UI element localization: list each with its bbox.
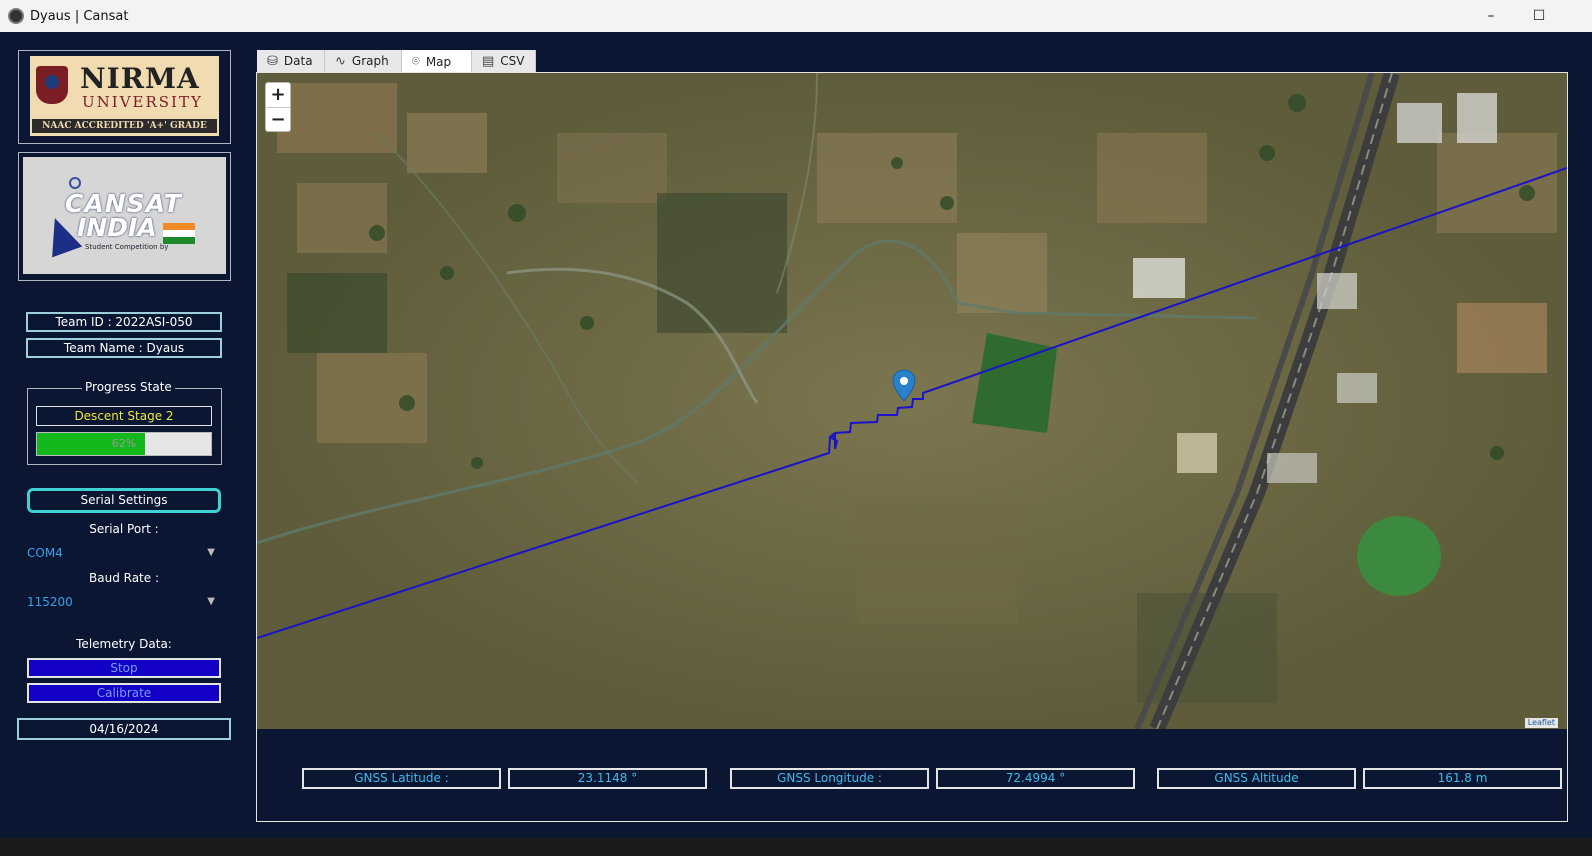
gnss-altitude-value: 161.8 m xyxy=(1363,768,1562,789)
app-icon xyxy=(8,8,24,24)
tab-label: Graph xyxy=(351,54,389,68)
map-canvas xyxy=(257,73,1567,729)
tab-label: Data xyxy=(283,54,313,68)
gnss-longitude-label: GNSS Longitude : xyxy=(730,768,929,789)
tab-graph[interactable]: ∿ Graph xyxy=(325,50,402,72)
gnss-latitude-value: 23.1148 ° xyxy=(508,768,707,789)
serial-port-select[interactable]: COM4 ▼ xyxy=(27,543,221,563)
chevron-down-icon: ▼ xyxy=(207,596,215,607)
calibrate-button[interactable]: Calibrate xyxy=(27,683,221,703)
baud-rate-select[interactable]: 115200 ▼ xyxy=(27,592,221,612)
maximize-button[interactable]: ☐ xyxy=(1516,0,1562,32)
taskbar-strip xyxy=(0,838,1592,856)
database-icon: ⛁ xyxy=(267,53,278,69)
cansat-logo-caption: Student Competition by xyxy=(85,243,169,251)
baud-rate-value: 115200 xyxy=(27,595,73,609)
title-bar: Dyaus | Cansat – ☐ xyxy=(0,0,1592,32)
nirma-logo-grade: NAAC ACCREDITED 'A+' GRADE xyxy=(32,119,217,133)
progress-percent: 62% xyxy=(111,437,137,450)
progress-state-title: Progress State xyxy=(82,380,175,394)
tab-label: Map xyxy=(425,54,452,69)
csv-icon: ▤ xyxy=(482,53,495,69)
minimize-button[interactable]: – xyxy=(1468,0,1514,32)
nirma-logo-sub: UNIVERSITY xyxy=(82,93,203,111)
zoom-control: + − xyxy=(265,82,291,132)
india-logo-text: INDIA xyxy=(77,213,157,242)
chevron-down-icon: ▼ xyxy=(207,547,215,558)
window-title: Dyaus | Cansat xyxy=(30,8,129,24)
nirma-logo: NIRMA UNIVERSITY NAAC ACCREDITED 'A+' GR… xyxy=(18,50,231,144)
stop-button[interactable]: Stop xyxy=(27,658,221,678)
graph-icon: ∿ xyxy=(335,53,346,69)
tab-bar: ⛁ Data ∿ Graph ⌾ Map ▤ CSV xyxy=(257,50,536,73)
tab-label: CSV xyxy=(500,54,525,68)
serial-port-label: Serial Port : xyxy=(89,522,159,536)
nirma-crest-icon xyxy=(36,66,68,104)
tab-map[interactable]: ⌾ Map xyxy=(402,50,472,73)
telemetry-label: Telemetry Data: xyxy=(76,637,172,651)
tab-csv[interactable]: ▤ CSV xyxy=(472,50,536,72)
zoom-in-button[interactable]: + xyxy=(266,83,290,108)
gnss-altitude-label: GNSS Altitude xyxy=(1157,768,1356,789)
stage-indicator: Descent Stage 2 xyxy=(36,406,212,426)
rocket-swoosh-icon xyxy=(39,212,83,258)
satellite-map[interactable] xyxy=(257,73,1567,729)
map-pin-icon: ⌾ xyxy=(412,54,420,69)
team-name-field: Team Name : Dyaus xyxy=(26,338,222,358)
cansat-india-logo: CANSAT INDIA Student Competition by xyxy=(18,152,231,281)
date-display: 04/16/2024 xyxy=(17,718,231,740)
serial-port-value: COM4 xyxy=(27,546,63,560)
tab-data[interactable]: ⛁ Data xyxy=(257,50,325,72)
leaflet-attribution[interactable]: Leaflet xyxy=(1524,718,1558,728)
gnss-longitude-value: 72.4994 ° xyxy=(936,768,1135,789)
zoom-out-button[interactable]: − xyxy=(266,108,290,132)
india-flag-icon xyxy=(163,223,195,244)
isro-emblem-icon xyxy=(69,177,81,189)
team-id-field: Team ID : 2022ASI-050 xyxy=(26,312,222,332)
serial-settings-button[interactable]: Serial Settings xyxy=(27,488,221,513)
nirma-logo-name: NIRMA xyxy=(80,62,200,95)
progress-bar: 62% xyxy=(36,432,212,456)
baud-rate-label: Baud Rate : xyxy=(89,571,159,585)
gnss-latitude-label: GNSS Latitude : xyxy=(302,768,501,789)
